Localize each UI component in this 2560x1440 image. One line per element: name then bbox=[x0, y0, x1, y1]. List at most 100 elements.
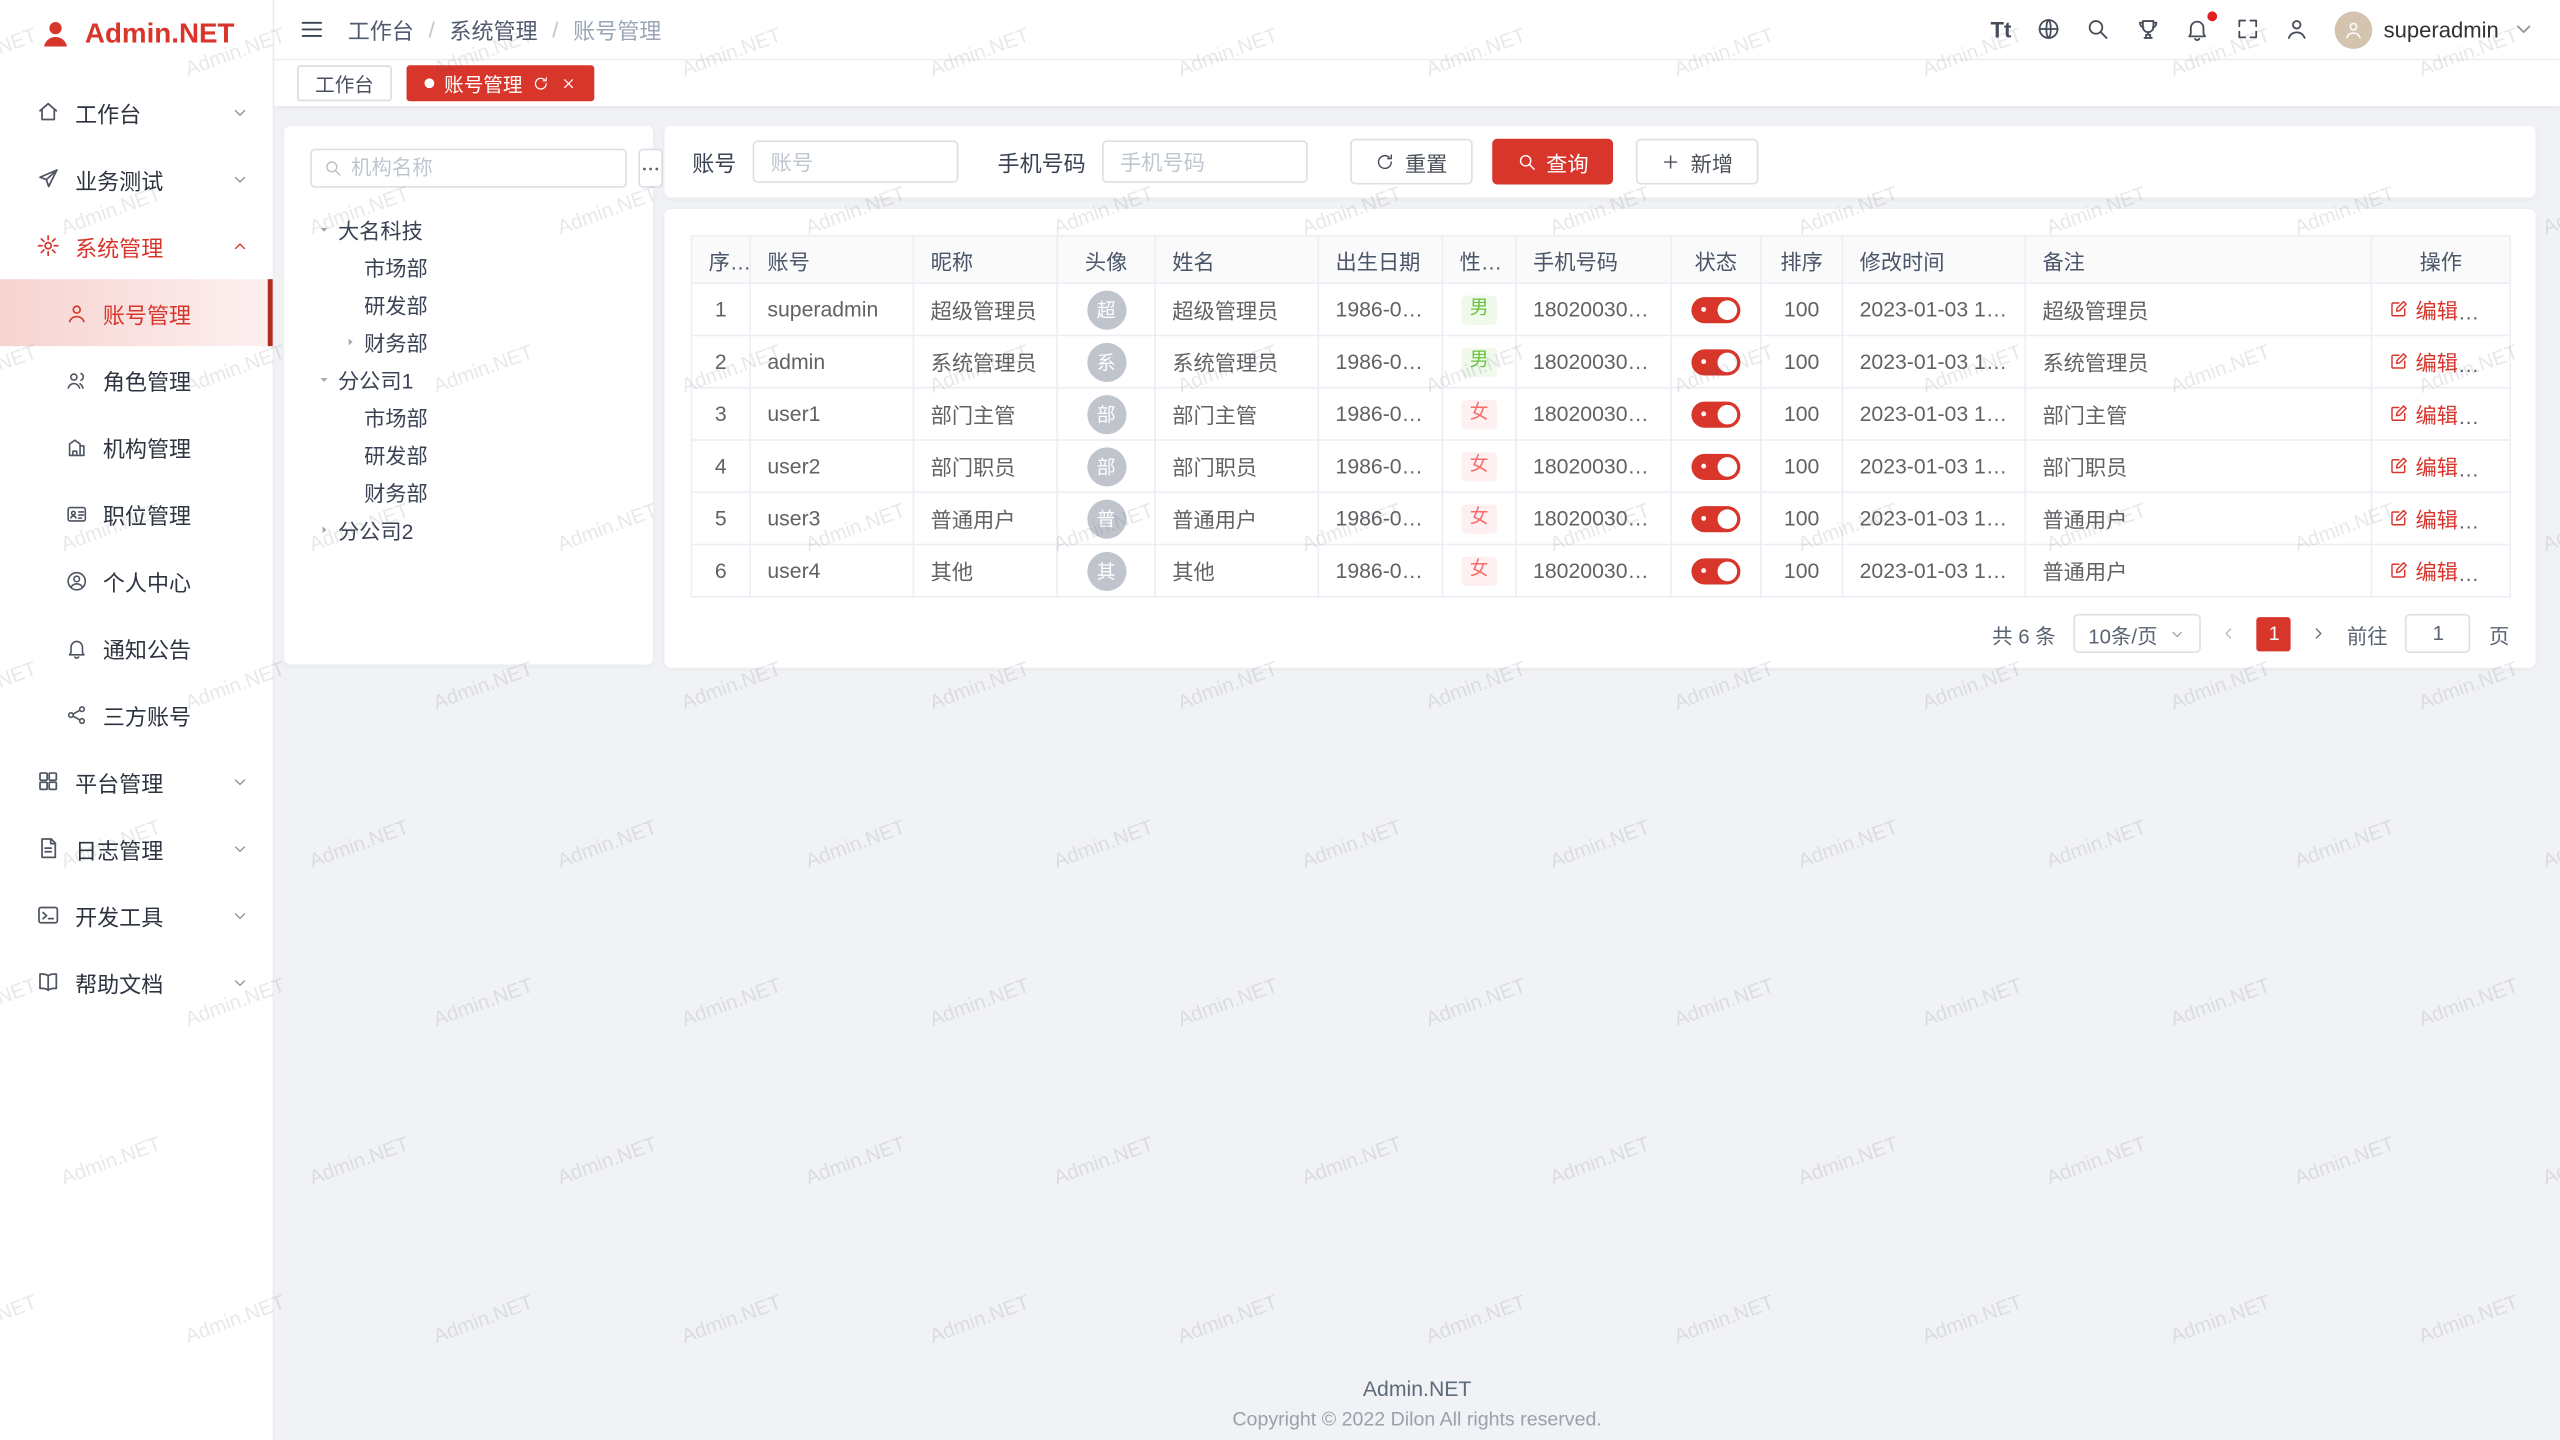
topbar-actions: Tt superadmin bbox=[1991, 11, 2536, 49]
user-menu[interactable]: superadmin bbox=[2335, 11, 2536, 49]
cell-phone: 18020030720 bbox=[1516, 440, 1671, 492]
caret-down-icon[interactable] bbox=[310, 372, 338, 387]
sidebar-subitem-label: 三方账号 bbox=[103, 698, 191, 731]
breadcrumb-separator: / bbox=[552, 17, 558, 41]
goto-suffix: 页 bbox=[2489, 618, 2509, 649]
logo[interactable]: Admin.NET bbox=[0, 0, 273, 69]
tab-refresh-icon[interactable] bbox=[532, 75, 549, 92]
page-size-select[interactable]: 10条/页 bbox=[2074, 614, 2202, 653]
edit-button[interactable]: 编辑 bbox=[2389, 346, 2458, 377]
tree-node[interactable]: 研发部 bbox=[310, 286, 637, 324]
tabbar: 工作台账号管理 bbox=[274, 60, 2560, 106]
edit-button[interactable]: 编辑 bbox=[2389, 450, 2458, 481]
status-toggle[interactable] bbox=[1691, 454, 1740, 480]
org-more-button[interactable] bbox=[638, 149, 662, 188]
caret-right-icon[interactable] bbox=[336, 335, 364, 350]
edit-button[interactable]: 编辑 bbox=[2389, 503, 2458, 534]
sidebar-item-send[interactable]: 业务测试 bbox=[0, 145, 273, 212]
org-search-input[interactable] bbox=[351, 157, 614, 180]
status-toggle[interactable] bbox=[1691, 506, 1740, 532]
edit-button[interactable]: 编辑 bbox=[2389, 398, 2458, 429]
chevron-down-icon bbox=[230, 169, 250, 189]
sidebar-item-grid[interactable]: 平台管理 bbox=[0, 748, 273, 815]
fullscreen-icon[interactable] bbox=[2235, 17, 2260, 42]
sidebar-item-doc[interactable]: 日志管理 bbox=[0, 815, 273, 882]
column-header: 手机号码 bbox=[1516, 236, 1671, 283]
tree-node[interactable]: 大名科技 bbox=[310, 211, 637, 249]
notification-bell-icon[interactable] bbox=[2185, 17, 2210, 42]
text-size-icon[interactable]: Tt bbox=[1991, 17, 2012, 41]
next-page-button[interactable] bbox=[2309, 624, 2329, 644]
search-button[interactable]: 查询 bbox=[1491, 139, 1613, 185]
tree-node[interactable]: 财务部 bbox=[310, 323, 637, 361]
tab-workbench[interactable]: 工作台 bbox=[297, 65, 392, 101]
tree-node[interactable]: 市场部 bbox=[310, 248, 637, 286]
sidebar-subitem-role[interactable]: 角色管理 bbox=[0, 346, 273, 413]
trophy-icon[interactable] bbox=[2135, 17, 2160, 42]
tree-node-label: 市场部 bbox=[364, 402, 428, 433]
hamburger-menu-icon[interactable] bbox=[299, 16, 325, 42]
tree-node[interactable]: 市场部 bbox=[310, 398, 637, 436]
status-toggle[interactable] bbox=[1691, 558, 1740, 584]
sidebar-subitem-building[interactable]: 机构管理 bbox=[0, 413, 273, 480]
query-panel: 账号 手机号码 重置 查询 新增 bbox=[664, 126, 2535, 198]
sidebar-subitem-user[interactable]: 账号管理 bbox=[0, 279, 273, 346]
plus-icon bbox=[1660, 151, 1680, 171]
grid-icon bbox=[36, 769, 60, 793]
sidebar-item-home[interactable]: 工作台 bbox=[0, 78, 273, 145]
status-toggle[interactable] bbox=[1691, 349, 1740, 375]
sidebar-subitem-idcard[interactable]: 职位管理 bbox=[0, 480, 273, 547]
tree-node[interactable]: 分公司2 bbox=[310, 511, 637, 549]
sidebar-subitem-profile[interactable]: 个人中心 bbox=[0, 547, 273, 614]
reset-label: 重置 bbox=[1405, 146, 1447, 177]
sidebar-subitem-bell[interactable]: 通知公告 bbox=[0, 614, 273, 681]
page-size-value: 10条/页 bbox=[2088, 618, 2157, 649]
tree-node[interactable]: 财务部 bbox=[310, 473, 637, 511]
edit-button[interactable]: 编辑 bbox=[2389, 294, 2458, 325]
tree-node[interactable]: 研发部 bbox=[310, 436, 637, 474]
cell-no: 6 bbox=[691, 544, 750, 596]
tab-close-icon[interactable] bbox=[559, 75, 576, 92]
sidebar-subitem-share[interactable]: 三方账号 bbox=[0, 681, 273, 748]
doc-icon bbox=[36, 836, 60, 860]
cell-avatar: 部 bbox=[1057, 440, 1155, 492]
reset-button[interactable]: 重置 bbox=[1350, 139, 1472, 185]
cell-remark: 系统管理员 bbox=[2025, 336, 2371, 388]
cell-birthday: 1986-06-28 bbox=[1318, 388, 1442, 440]
cell-modified: 2023-01-03 10:59:44 bbox=[1842, 492, 2025, 544]
tab-account-management[interactable]: 账号管理 bbox=[407, 65, 595, 101]
username: superadmin bbox=[2384, 17, 2499, 41]
breadcrumb-item[interactable]: 工作台 bbox=[348, 13, 414, 46]
refresh-icon bbox=[1375, 151, 1395, 171]
goto-page-input[interactable] bbox=[2406, 614, 2471, 653]
breadcrumb-item[interactable]: 系统管理 bbox=[449, 13, 537, 46]
sidebar-item-gear[interactable]: 系统管理 bbox=[0, 212, 273, 279]
cell-account: superadmin bbox=[750, 283, 913, 335]
gender-badge: 女 bbox=[1462, 505, 1497, 534]
caret-right-icon[interactable] bbox=[310, 522, 338, 537]
status-toggle[interactable] bbox=[1691, 401, 1740, 427]
status-toggle[interactable] bbox=[1691, 297, 1740, 323]
search-icon[interactable] bbox=[2086, 17, 2111, 42]
prev-page-button[interactable] bbox=[2220, 624, 2240, 644]
home-icon bbox=[36, 100, 60, 124]
edit-button[interactable]: 编辑 bbox=[2389, 555, 2458, 586]
table-header-row: 序号账号昵称头像姓名出生日期性别手机号码状态排序修改时间备注操作 bbox=[691, 236, 2510, 283]
cell-gender: 男 bbox=[1442, 336, 1515, 388]
cell-phone: 18020030720 bbox=[1516, 336, 1671, 388]
cell-avatar: 部 bbox=[1057, 388, 1155, 440]
add-button[interactable]: 新增 bbox=[1636, 139, 1758, 185]
globe-icon[interactable] bbox=[2036, 17, 2061, 42]
more-dots-icon bbox=[640, 158, 661, 179]
cell-nickname: 部门职员 bbox=[913, 440, 1057, 492]
sidebar-item-tools[interactable]: 开发工具 bbox=[0, 882, 273, 949]
page-1-button[interactable]: 1 bbox=[2257, 616, 2291, 650]
account-input[interactable] bbox=[753, 140, 959, 182]
cell-modified: 2023-01-03 10:59:44 bbox=[1842, 336, 2025, 388]
sidebar-item-book[interactable]: 帮助文档 bbox=[0, 949, 273, 1016]
cell-birthday: 1986-06-28 bbox=[1318, 440, 1442, 492]
profile-icon[interactable] bbox=[2285, 17, 2310, 42]
tree-node[interactable]: 分公司1 bbox=[310, 361, 637, 399]
caret-down-icon[interactable] bbox=[310, 222, 338, 237]
phone-input[interactable] bbox=[1102, 140, 1308, 182]
